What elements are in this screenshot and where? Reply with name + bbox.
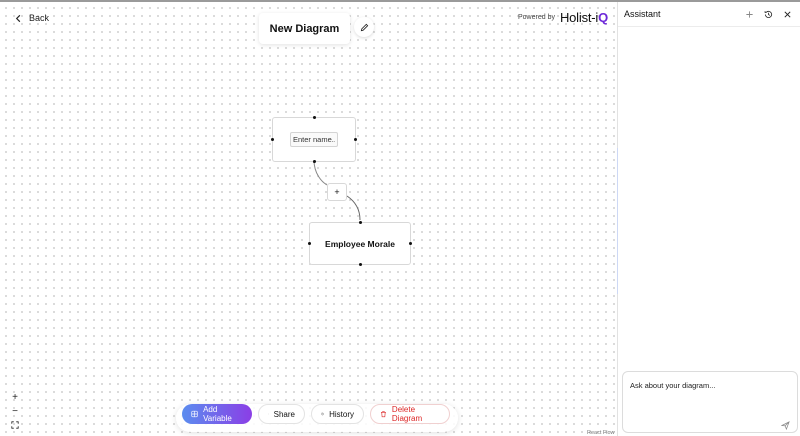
edge-layer: [0, 2, 361, 221]
delete-diagram-button[interactable]: Delete Diagram: [370, 404, 450, 424]
pencil-icon: [360, 23, 368, 31]
node-handle-bottom[interactable]: [359, 263, 362, 266]
assistant-panel: Assistant: [618, 2, 800, 436]
fit-view-button[interactable]: [9, 419, 21, 431]
node-handle-left[interactable]: [271, 138, 274, 141]
assistant-message-input[interactable]: [630, 381, 780, 390]
diagram-title[interactable]: New Diagram: [259, 13, 350, 44]
powered-by-label: Powered by: [518, 14, 555, 21]
node-handle-top[interactable]: [359, 221, 362, 224]
zoom-out-button[interactable]: −: [9, 405, 21, 417]
history-button[interactable]: History: [311, 404, 364, 424]
back-button[interactable]: Back: [14, 13, 49, 23]
history-label: History: [329, 409, 354, 419]
history-icon: [764, 10, 772, 18]
send-icon: [780, 421, 790, 431]
react-flow-attribution[interactable]: React Flow: [587, 430, 615, 436]
share-label: Share: [273, 409, 295, 419]
new-variable-node[interactable]: [271, 116, 357, 163]
grid-plus-icon: [191, 410, 198, 418]
brand-main: Holist-i: [559, 10, 599, 25]
zoom-controls: + −: [9, 391, 21, 431]
node-handle-top[interactable]: [313, 116, 316, 119]
node-label: Employee Morale: [325, 238, 395, 249]
chevron-left-icon: [15, 14, 21, 22]
assistant-header: Assistant: [618, 2, 800, 27]
add-variable-button[interactable]: Add Variable: [182, 404, 252, 424]
node-name-input[interactable]: [290, 132, 338, 147]
send-message-button[interactable]: [780, 417, 791, 431]
plus-icon: [745, 10, 753, 18]
diagram-canvas[interactable]: Back New Diagram Powered by Holist-iQ + …: [0, 2, 617, 436]
edit-title-button[interactable]: [354, 17, 374, 37]
connection-edge: [314, 160, 328, 186]
share-icon: [268, 413, 269, 415]
brand-logo: Holist-iQ: [560, 10, 608, 25]
share-button[interactable]: Share: [258, 404, 305, 424]
powered-by-branding: Powered by Holist-iQ: [518, 10, 608, 25]
trash-icon: [381, 411, 386, 418]
close-icon: [783, 10, 791, 18]
node-handle-right[interactable]: [354, 138, 357, 141]
history-icon: [321, 412, 324, 416]
delete-diagram-label: Delete Diagram: [391, 405, 423, 423]
brand-accent: Q: [598, 10, 609, 25]
add-variable-label: Add Variable: [203, 405, 232, 423]
node-handle-right[interactable]: [409, 242, 412, 245]
connection-edge: [346, 195, 361, 221]
new-chat-button[interactable]: [744, 9, 754, 19]
fit-view-icon: [11, 421, 19, 429]
chat-history-button[interactable]: [763, 9, 773, 19]
back-label: Back: [29, 13, 50, 23]
assistant-chat-box: [622, 371, 798, 433]
close-panel-button[interactable]: [782, 9, 792, 19]
node-handle-left[interactable]: [308, 242, 311, 245]
assistant-title: Assistant: [624, 9, 661, 19]
node-handle-bottom[interactable]: [313, 160, 316, 163]
zoom-in-button[interactable]: +: [9, 391, 21, 403]
variable-node[interactable]: Employee Morale: [308, 221, 412, 266]
add-connection-button[interactable]: +: [327, 183, 347, 201]
